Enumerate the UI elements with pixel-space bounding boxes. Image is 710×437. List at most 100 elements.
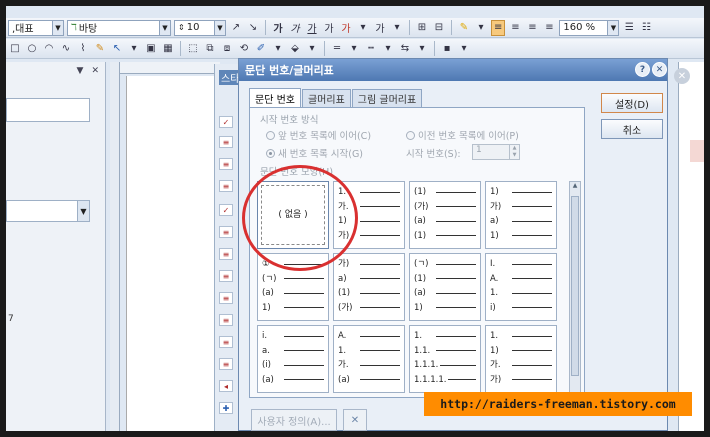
dropdown-icon[interactable]: ▾ bbox=[457, 41, 471, 57]
style-combo[interactable]: ,대표 ▼ bbox=[8, 19, 64, 36]
spin-arrows-icon[interactable]: ▲ ▼ bbox=[509, 145, 519, 159]
shade-button[interactable]: 가 bbox=[373, 20, 387, 36]
start-number-spinner[interactable]: 1 ▲ ▼ bbox=[472, 144, 520, 160]
format-cell[interactable]: 1. 1) 가. 가) bbox=[485, 325, 557, 393]
align-left-icon[interactable]: ≡ bbox=[508, 20, 522, 36]
size-combo[interactable]: ⇕ 10 ▼ bbox=[174, 19, 226, 36]
chevron-down-icon[interactable]: ▼ bbox=[159, 20, 170, 35]
close-icon[interactable]: ✕ bbox=[652, 62, 667, 77]
shade-dropdown-icon[interactable]: ▾ bbox=[390, 20, 404, 36]
ellipse-icon[interactable]: ○ bbox=[25, 41, 39, 57]
scroll-up-icon[interactable]: ▲ bbox=[570, 182, 580, 193]
format-scrollbar[interactable]: ▲ bbox=[569, 181, 581, 393]
delete-icon[interactable]: ✕ bbox=[343, 409, 367, 431]
style-row-icon[interactable]: ≡ bbox=[219, 248, 233, 260]
format-cell[interactable]: I. A. 1. i) bbox=[485, 253, 557, 321]
highlighter-dropdown-icon[interactable]: ▾ bbox=[474, 20, 488, 36]
pointer-icon[interactable]: ↖ bbox=[110, 41, 124, 57]
arrow-style-icon[interactable]: ⇆ bbox=[398, 41, 412, 57]
format-cell[interactable]: 가) a) (1) (가) bbox=[333, 253, 405, 321]
cancel-button[interactable]: 취소 bbox=[601, 119, 663, 139]
pane-close-icon[interactable]: ✕ bbox=[91, 66, 99, 76]
scroll-thumb[interactable] bbox=[571, 196, 579, 376]
chevron-down-icon[interactable]: ▼ bbox=[52, 20, 63, 35]
chevron-down-icon[interactable]: ▼ bbox=[77, 201, 89, 221]
style-row-icon[interactable]: ≡ bbox=[219, 270, 233, 282]
format-cell[interactable]: (ㄱ) (1) (a) 1) bbox=[409, 253, 481, 321]
dash-style-icon[interactable]: ┅ bbox=[364, 41, 378, 57]
superscript-icon[interactable]: ↗ bbox=[229, 20, 243, 36]
radio-prev-list[interactable]: 앞 번호 목록에 이어(C) bbox=[266, 128, 371, 142]
style-row-icon[interactable]: ≡ bbox=[219, 158, 233, 170]
zoom-combo[interactable]: 160 % ▼ bbox=[559, 19, 620, 36]
dropdown-icon[interactable]: ▾ bbox=[127, 41, 141, 57]
pane-input[interactable] bbox=[6, 98, 90, 122]
format-cell[interactable]: 1) 가) a) 1) bbox=[485, 181, 557, 249]
font-color-dropdown-icon[interactable]: ▾ bbox=[356, 20, 370, 36]
align-right-icon[interactable]: ≡ bbox=[542, 20, 556, 36]
subscript-icon[interactable]: ↘ bbox=[246, 20, 260, 36]
tab-bullet[interactable]: 글머리표 bbox=[301, 89, 351, 107]
align-center-icon[interactable]: ≡ bbox=[525, 20, 539, 36]
group-icon[interactable]: ⧉ bbox=[203, 41, 217, 57]
pane-combo[interactable]: ▼ bbox=[6, 200, 90, 222]
rotate-icon[interactable]: ⟲ bbox=[237, 41, 251, 57]
rectangle-icon[interactable]: □ bbox=[8, 41, 22, 57]
justify-icon[interactable]: ≡ bbox=[491, 19, 506, 36]
pane-menu-icon[interactable]: ▼ bbox=[77, 66, 84, 76]
dropdown-icon[interactable]: ▾ bbox=[347, 41, 361, 57]
shadow-icon[interactable]: ▪ bbox=[440, 41, 454, 57]
textbox-icon[interactable]: ▣ bbox=[144, 41, 158, 57]
format-cell[interactable]: 1. 1.1. 1.1.1. 1.1.1.1. bbox=[409, 325, 481, 393]
underline-button[interactable]: 가 bbox=[305, 20, 319, 36]
style-row-icon[interactable]: ≡ bbox=[219, 292, 233, 304]
char-spacing-icon[interactable]: ⊞ bbox=[415, 20, 429, 36]
numbering-list-icon[interactable]: ☷ bbox=[639, 20, 653, 36]
scroll-left-icon[interactable]: ◂ bbox=[219, 380, 233, 392]
style-row-icon[interactable]: ≡ bbox=[219, 180, 233, 192]
strike-button[interactable]: 가 bbox=[322, 20, 336, 36]
line-spacing-icon[interactable]: ☰ bbox=[622, 20, 636, 36]
style-row-icon[interactable]: ≡ bbox=[219, 358, 233, 370]
style-row-icon[interactable]: ✓ bbox=[219, 204, 233, 216]
bold-button[interactable]: 가 bbox=[271, 20, 285, 36]
pencil-icon[interactable]: ✎ bbox=[93, 41, 107, 57]
format-cell[interactable]: A. 1. 가. (a) bbox=[333, 325, 405, 393]
dropdown-icon[interactable]: ▾ bbox=[305, 41, 319, 57]
tab-paragraph-number[interactable]: 문단 번호 bbox=[249, 88, 301, 107]
style-row-icon[interactable]: ≡ bbox=[219, 136, 233, 148]
highlighter-icon[interactable]: ✎ bbox=[457, 20, 471, 36]
close-icon[interactable]: ✕ bbox=[674, 68, 690, 84]
dropdown-icon[interactable]: ▾ bbox=[271, 41, 285, 57]
dropdown-icon[interactable]: ▾ bbox=[415, 41, 429, 57]
dropdown-icon[interactable]: ▾ bbox=[381, 41, 395, 57]
help-icon[interactable]: ? bbox=[635, 62, 650, 77]
custom-define-button[interactable]: 사용자 정의(A)... bbox=[251, 409, 337, 431]
font-color-button[interactable]: 가 bbox=[339, 20, 353, 36]
document-page[interactable] bbox=[126, 76, 216, 431]
style-row-icon[interactable]: ≡ bbox=[219, 314, 233, 326]
ok-button[interactable]: 설정(D) bbox=[601, 93, 663, 113]
freeform-icon[interactable]: ⌇ bbox=[76, 41, 90, 57]
radio-new-list[interactable]: 새 번호 목록 시작(G) bbox=[266, 146, 363, 160]
style-row-icon[interactable]: ≡ bbox=[219, 226, 233, 238]
arc-icon[interactable]: ◠ bbox=[42, 41, 56, 57]
curve-icon[interactable]: ∿ bbox=[59, 41, 73, 57]
radio-prev-other[interactable]: 이전 번호 목록에 이어(P) bbox=[406, 128, 519, 142]
select-objects-icon[interactable]: ⬚ bbox=[186, 41, 200, 57]
line-style-icon[interactable]: ═ bbox=[330, 41, 344, 57]
format-cell[interactable]: i. a. (i) (a) bbox=[257, 325, 329, 393]
line-color-icon[interactable]: ✐ bbox=[254, 41, 268, 57]
char-width-icon[interactable]: ⊟ bbox=[432, 20, 446, 36]
font-combo[interactable]: ℸ 바탕 ▼ bbox=[67, 19, 171, 36]
style-row-icon[interactable]: ≡ bbox=[219, 336, 233, 348]
fill-color-icon[interactable]: ⬙ bbox=[288, 41, 302, 57]
style-row-icon[interactable]: ✓ bbox=[219, 116, 233, 128]
chevron-down-icon[interactable]: ▼ bbox=[607, 20, 619, 35]
add-style-icon[interactable]: ✚ bbox=[219, 402, 233, 414]
ungroup-icon[interactable]: ⧈ bbox=[220, 41, 234, 57]
tab-picture-bullet[interactable]: 그림 글머리표 bbox=[351, 89, 423, 107]
italic-button[interactable]: 가 bbox=[288, 20, 302, 36]
image-icon[interactable]: ▦ bbox=[161, 41, 175, 57]
format-cell[interactable]: (1) (가) (a) (1) bbox=[409, 181, 481, 249]
